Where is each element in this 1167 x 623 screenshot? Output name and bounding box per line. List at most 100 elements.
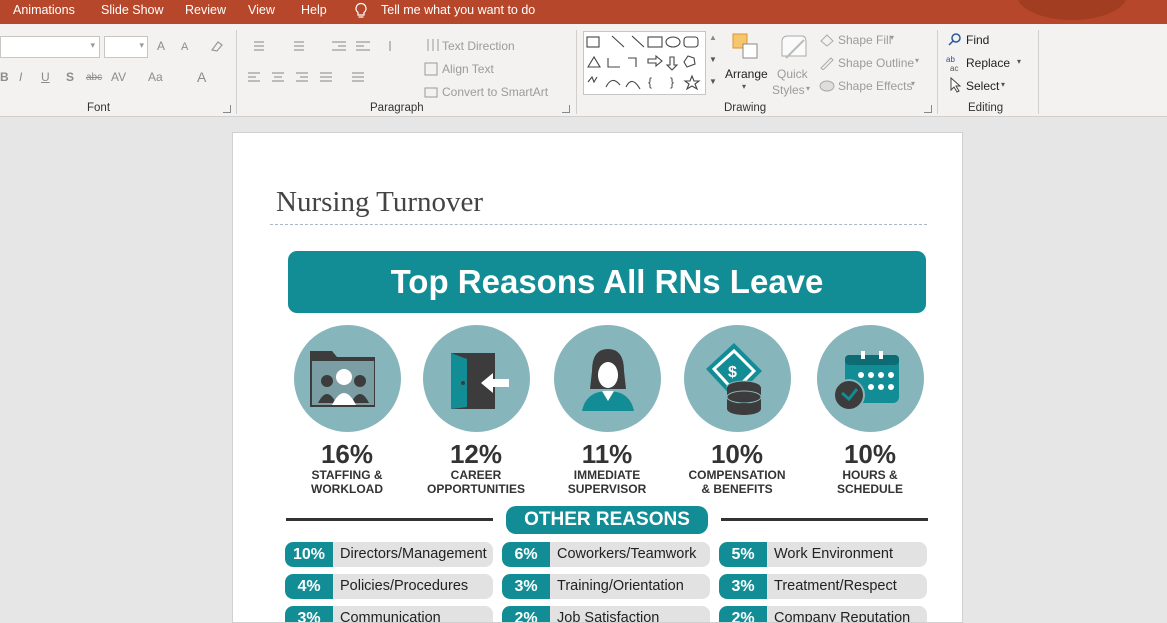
quick-styles-label: Styles [772, 83, 805, 97]
quick-styles-button[interactable]: Quick [777, 67, 808, 81]
group-separator [937, 30, 938, 114]
shape-fill-button[interactable]: Shape Fill [838, 33, 891, 47]
list-item-label: Policies/Procedures [340, 578, 469, 594]
tab-animations[interactable]: Animations [13, 3, 75, 17]
find-button[interactable]: Find [966, 33, 989, 47]
underline-button[interactable]: U [41, 70, 50, 84]
list-item: 2% Company Reputation [719, 606, 927, 622]
divider-line [721, 518, 928, 521]
list-item-percent: 3% [285, 606, 333, 622]
list-item-label: Directors/Management [340, 546, 487, 562]
tab-slide-show[interactable]: Slide Show [101, 3, 164, 17]
list-item-percent: 10% [285, 542, 333, 567]
chevron-down-icon: ▾ [742, 82, 747, 91]
reason-label: STAFFING & [311, 468, 383, 482]
tell-me-search[interactable]: Tell me what you want to do [381, 3, 535, 17]
tab-review[interactable]: Review [185, 3, 226, 17]
reason-label: CAREER [450, 468, 502, 482]
reason-circle: $ [683, 325, 791, 432]
alignment-icons[interactable] [248, 71, 378, 83]
reason-circle [293, 325, 401, 432]
shapes-gallery[interactable]: {} [583, 31, 719, 95]
italic-button[interactable]: I [19, 70, 22, 84]
reason-percent: 10% [843, 439, 897, 469]
cursor-arrow-icon [950, 77, 961, 93]
tab-view[interactable]: View [248, 3, 275, 17]
chevron-down-icon: ▾ [806, 84, 811, 93]
arrange-button[interactable]: Arrange [725, 67, 768, 81]
decorative-shape [1017, 0, 1127, 20]
font-size-select[interactable]: ▾ [104, 36, 148, 58]
list-item: 3% Training/Orientation [502, 574, 710, 599]
list-item: 3% Treatment/Respect [719, 574, 927, 599]
replace-button[interactable]: Replace [966, 56, 1010, 70]
svg-text:}: } [670, 75, 674, 89]
chevron-down-icon[interactable]: ▼ [709, 55, 717, 64]
menu-bar: Animations Slide Show Review View Help T… [0, 0, 1167, 24]
character-spacing-button[interactable]: AV [111, 70, 126, 84]
grow-font-button[interactable]: A [157, 39, 165, 53]
exit-door-icon [450, 353, 509, 409]
chevron-down-icon: ▾ [1017, 57, 1022, 66]
text-direction-button[interactable]: Text Direction [442, 39, 515, 53]
reason-percent: 10% [710, 439, 764, 469]
slide-title[interactable]: Nursing Turnover [276, 186, 483, 219]
gallery-scroll[interactable]: ▲ ▼ ▼ [705, 31, 719, 95]
chevron-down-icon: ▾ [911, 79, 916, 88]
font-name-select[interactable]: ▾ [0, 36, 100, 58]
paragraph-dialog-launcher[interactable] [562, 105, 570, 113]
reason-supervisor: 11% IMMEDIATE SUPERVISOR [553, 325, 661, 496]
bold-button[interactable]: B [0, 70, 9, 84]
strikethrough-button[interactable]: abc [86, 72, 102, 83]
reason-percent: 11% [581, 439, 633, 469]
shape-effects-icon [819, 80, 835, 92]
svg-text:ac: ac [950, 64, 958, 72]
title-placeholder-border [270, 224, 927, 225]
tab-help[interactable]: Help [301, 3, 327, 17]
shadow-button[interactable]: S [66, 70, 74, 84]
list-item: 5% Work Environment [719, 542, 927, 567]
drawing-dialog-launcher[interactable] [924, 105, 932, 113]
reason-staffing: 16% STAFFING & WORKLOAD [293, 325, 401, 496]
shape-effects-button[interactable]: Shape Effects [838, 79, 913, 93]
reason-label: OPPORTUNITIES [426, 482, 525, 496]
shapes-icon[interactable]: {} [584, 32, 706, 94]
align-text-button[interactable]: Align Text [442, 62, 494, 76]
list-item-label: Treatment/Respect [774, 578, 897, 594]
chevron-up-icon[interactable]: ▲ [709, 33, 717, 42]
list-buttons-icon[interactable] [248, 39, 398, 53]
list-item-percent: 2% [719, 606, 767, 622]
pencil-icon [820, 57, 834, 70]
chevron-down-icon: ▾ [1001, 80, 1006, 89]
list-item-percent: 3% [719, 574, 767, 599]
list-item-percent: 2% [502, 606, 550, 622]
reason-label: SUPERVISOR [567, 482, 647, 496]
list-item-percent: 6% [502, 542, 550, 567]
convert-smartart-button[interactable]: Convert to SmartArt [442, 85, 548, 99]
list-item: 3% Communication [285, 606, 493, 622]
svg-text:$: $ [728, 364, 737, 381]
select-button[interactable]: Select [966, 79, 999, 93]
font-dialog-launcher[interactable] [223, 105, 231, 113]
drawing-group-label: Drawing [724, 102, 767, 114]
gallery-more-icon[interactable]: ▼ [709, 77, 717, 86]
list-item-label: Training/Orientation [557, 578, 684, 594]
reason-label: HOURS & [842, 468, 898, 482]
list-item: 10% Directors/Management [285, 542, 493, 567]
chevron-down-icon: ▾ [915, 56, 920, 65]
staff-folder-icon [309, 351, 375, 407]
divider-line [286, 518, 493, 521]
paragraph-group-label: Paragraph [370, 102, 424, 114]
list-item-percent: 5% [719, 542, 767, 567]
list-item-percent: 4% [285, 574, 333, 599]
clear-formatting-icon[interactable] [209, 39, 225, 53]
align-text-icon [424, 62, 438, 76]
change-case-button[interactable]: Aa [148, 70, 163, 84]
shape-outline-button[interactable]: Shape Outline [838, 56, 914, 70]
shrink-font-button[interactable]: A [181, 41, 188, 53]
find-icon [948, 33, 961, 46]
chevron-down-icon: ▾ [890, 33, 895, 42]
arrange-icon [732, 33, 758, 59]
slide-canvas[interactable]: Nursing Turnover Top Reasons All RNs Lea… [232, 132, 963, 623]
font-color-button[interactable]: A [197, 69, 206, 85]
